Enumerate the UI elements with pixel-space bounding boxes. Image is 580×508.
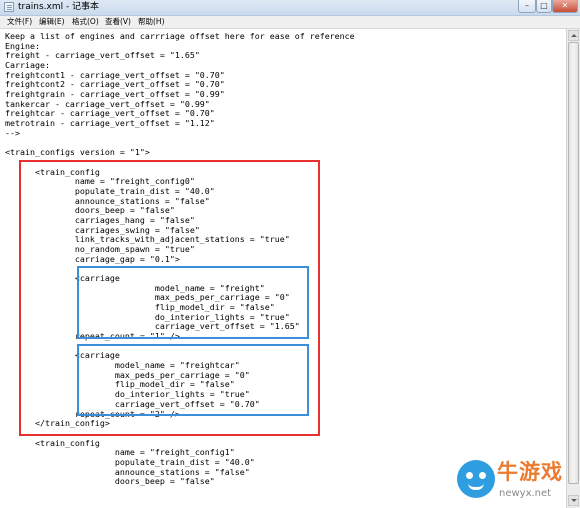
text-line: doors_beep = "false" (5, 476, 215, 487)
text-line: <train_config (5, 437, 100, 448)
menu-bar: 文件(F) 编辑(E) 格式(O) 查看(V) 帮助(H) (0, 16, 580, 29)
text-line: freightcont2 - carriage_vert_offset = "0… (5, 79, 225, 90)
highlight-carriage-box-1 (77, 266, 309, 339)
text-line: name = "freight_config1" (5, 447, 235, 458)
menu-file[interactable]: 文件(F) (7, 16, 32, 28)
menu-view[interactable]: 查看(V) (105, 16, 131, 28)
minimize-button[interactable]: – (518, 0, 536, 13)
menu-edit[interactable]: 编辑(E) (39, 16, 65, 28)
text-line: Keep a list of engines and carrriage off… (5, 31, 355, 41)
maximize-button[interactable]: □ (536, 0, 552, 13)
menu-format[interactable]: 格式(O) (72, 16, 99, 28)
text-line: freightcar - carriage_vert_offset = "0.7… (5, 108, 215, 119)
menu-help[interactable]: 帮助(H) (138, 16, 165, 28)
text-line: freightgrain - carriage_vert_offset = "0… (5, 89, 225, 100)
text-line: announce_stations = "false" (5, 466, 250, 477)
text-line: populate_train_dist = "40.0" (5, 456, 255, 467)
watermark-text: 牛游戏 (497, 460, 563, 484)
text-line: metrotrain - carriage_vert_offset = "1.1… (5, 118, 215, 129)
watermark-url: newyx.net (499, 488, 552, 499)
cartoon-face-icon (457, 460, 495, 498)
text-line: Carriage: (5, 60, 50, 71)
watermark-logo: 牛游戏 newyx.net (457, 458, 578, 506)
notepad-icon (4, 2, 14, 12)
text-line: --> (5, 127, 20, 138)
text-line: freight - carriage_vert_offset = "1.65" (5, 50, 200, 61)
text-line: Engine: (5, 40, 40, 51)
window-title: trains.xml - 记事本 (18, 2, 100, 12)
text-line: freightcont1 - carriage_vert_offset = "0… (5, 69, 225, 80)
vertical-scrollbar[interactable] (566, 29, 580, 508)
scroll-thumb[interactable] (568, 42, 579, 484)
window-titlebar: trains.xml - 记事本 – □ ✕ (0, 0, 580, 16)
close-button[interactable]: ✕ (552, 0, 578, 13)
text-line: tankercar - carriage_vert_offset = "0.99… (5, 98, 210, 109)
scroll-up-arrow-icon[interactable] (568, 30, 579, 41)
text-line: <train_configs version = "1"> (5, 147, 150, 158)
highlight-carriage-box-2 (77, 344, 309, 416)
